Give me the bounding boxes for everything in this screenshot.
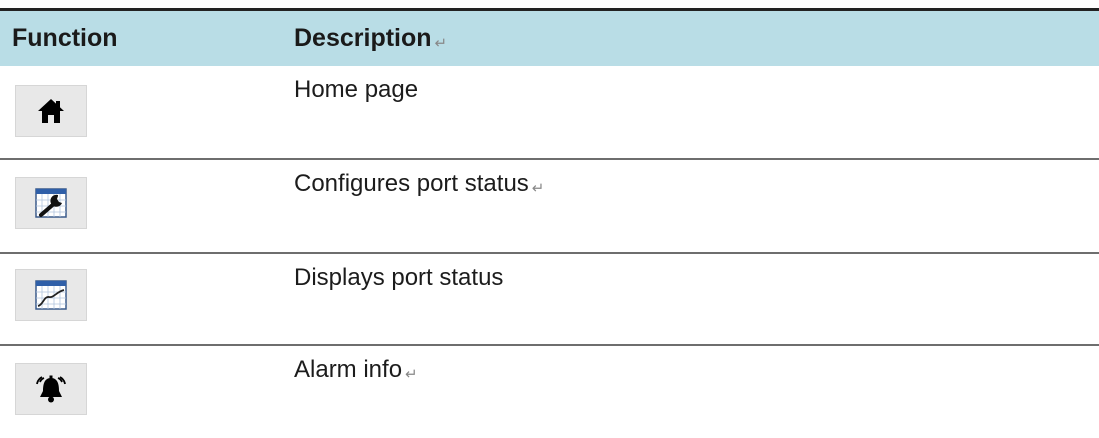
row-description-label: Alarm info	[294, 356, 403, 383]
paragraph-mark: ↵	[434, 35, 448, 52]
table-row: Home page	[0, 66, 1099, 160]
table-row: Configures port status ↵	[0, 160, 1099, 254]
configure-port-button[interactable]	[15, 177, 87, 229]
row-description: Home page	[294, 76, 419, 103]
row-description: Displays port status	[294, 264, 504, 291]
home-icon	[38, 99, 64, 123]
table-header: Function Description ↵	[0, 11, 1099, 66]
port-status-button[interactable]	[15, 269, 87, 321]
row-description-label: Configures port status	[294, 170, 529, 197]
row-description: Configures port status ↵	[294, 170, 544, 198]
configure-wrench-icon	[35, 188, 67, 218]
paragraph-mark: ↵	[405, 366, 418, 383]
alarm-bell-icon	[36, 375, 66, 403]
alarm-info-button[interactable]	[15, 363, 87, 415]
home-button[interactable]	[15, 85, 87, 137]
paragraph-mark: ↵	[531, 180, 545, 197]
table-row: Displays port status	[0, 254, 1099, 346]
port-status-chart-icon	[35, 280, 67, 310]
table-row: Alarm info ↵	[0, 346, 1099, 438]
header-function: Function	[12, 24, 118, 52]
header-description-label: Description	[294, 24, 432, 52]
header-description: Description ↵	[294, 11, 447, 66]
row-description: Alarm info ↵	[294, 356, 418, 384]
